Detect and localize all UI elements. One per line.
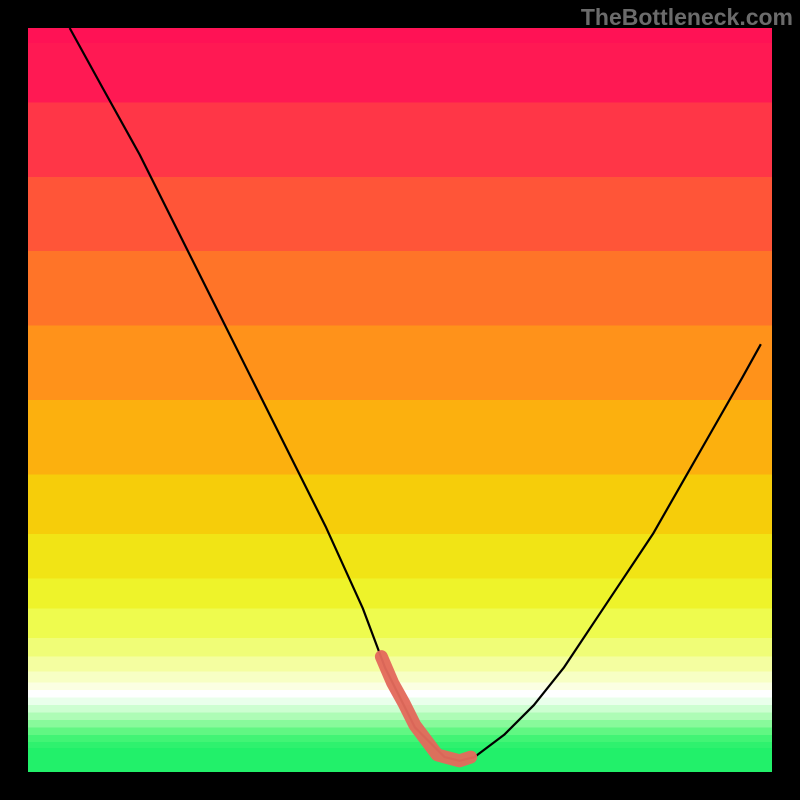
chart-container: TheBottleneck.com	[0, 0, 800, 800]
chart-svg	[0, 0, 800, 800]
